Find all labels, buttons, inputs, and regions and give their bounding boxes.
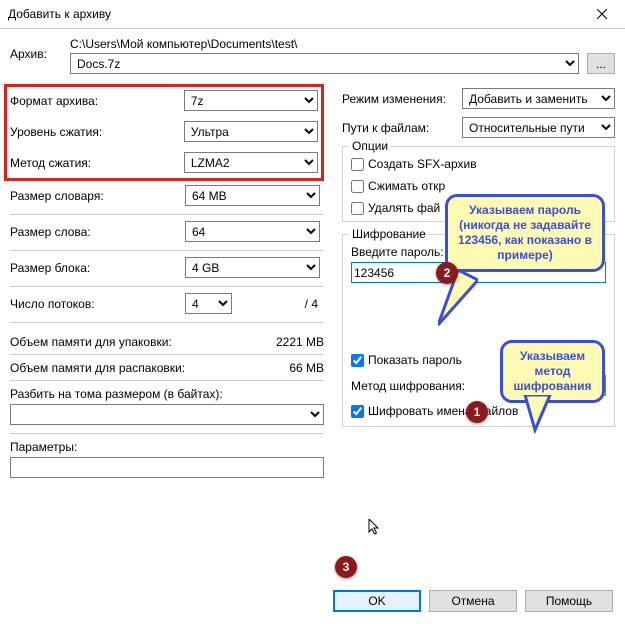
update-mode-label: Режим изменения:	[342, 92, 462, 106]
word-label: Размер слова:	[10, 225, 185, 239]
params-input[interactable]	[10, 457, 324, 478]
level-label: Уровень сжатия:	[10, 125, 184, 139]
cursor-icon	[368, 519, 382, 537]
mem-pack-label: Объем памяти для упаковки:	[10, 335, 172, 349]
threads-select[interactable]: 4	[185, 293, 232, 314]
encrypt-names-checkbox[interactable]	[351, 405, 364, 418]
method-select[interactable]: LZMA2	[184, 152, 318, 173]
word-select[interactable]: 64	[185, 221, 320, 242]
highlight-box: Формат архива: 7z Уровень сжатия: Ультра…	[4, 84, 324, 181]
path-mode-select[interactable]: Относительные пути	[462, 117, 615, 138]
encrypt-names-label: Шифровать имена файлов	[368, 404, 518, 418]
archive-path: C:\Users\Мой компьютер\Documents\test\	[70, 37, 615, 51]
sfx-checkbox[interactable]	[351, 158, 364, 171]
marker-1: 1	[466, 401, 488, 423]
split-select[interactable]	[10, 404, 324, 425]
block-label: Размер блока:	[10, 261, 185, 275]
marker-3: 3	[335, 556, 357, 578]
callout-method: Указываем метод шифрования	[500, 340, 605, 403]
titlebar: Добавить к архиву	[0, 0, 625, 29]
split-label: Разбить на тома размером (в байтах):	[10, 387, 324, 401]
compress-shared-checkbox[interactable]	[351, 180, 364, 193]
close-icon[interactable]	[585, 4, 619, 24]
compress-shared-label: Сжимать откр	[368, 179, 445, 193]
method-label: Метод сжатия:	[10, 156, 184, 170]
threads-max: / 4	[305, 297, 324, 311]
encryption-title: Шифрование	[349, 227, 429, 241]
help-button[interactable]: Помощь	[525, 590, 613, 612]
enc-method-label: Метод шифрования:	[351, 379, 510, 393]
browse-button[interactable]: ...	[587, 53, 615, 74]
format-label: Формат архива:	[10, 94, 184, 108]
ok-button[interactable]: OK	[333, 590, 421, 612]
mem-unpack-label: Объем памяти для распаковки:	[10, 361, 185, 375]
delete-after-label: Удалять фай	[368, 201, 440, 215]
archive-filename-select[interactable]: Docs.7z	[70, 53, 579, 74]
threads-label: Число потоков:	[10, 297, 185, 311]
callout-password: Указываем пароль (никогда не задавайте 1…	[445, 194, 605, 272]
params-label: Параметры:	[10, 440, 324, 454]
button-row: OK Отмена Помощь	[333, 590, 613, 612]
sfx-label: Создать SFX-архив	[368, 157, 477, 171]
archive-label: Архив:	[10, 37, 70, 61]
mem-pack-value: 2221 MB	[276, 335, 324, 349]
delete-after-checkbox[interactable]	[351, 202, 364, 215]
window-title: Добавить к архиву	[8, 7, 111, 21]
mem-unpack-value: 66 MB	[289, 361, 324, 375]
show-password-label: Показать пароль	[368, 353, 462, 367]
update-mode-select[interactable]: Добавить и заменить	[462, 88, 615, 109]
level-select[interactable]: Ультра	[184, 121, 318, 142]
dict-label: Размер словаря:	[10, 189, 185, 203]
cancel-button[interactable]: Отмена	[429, 590, 517, 612]
path-mode-label: Пути к файлам:	[342, 121, 462, 135]
block-select[interactable]: 4 GB	[185, 257, 320, 278]
dict-select[interactable]: 64 MB	[185, 185, 320, 206]
marker-2: 2	[436, 262, 458, 284]
options-title: Опции	[349, 139, 391, 153]
show-password-checkbox[interactable]	[351, 354, 364, 367]
format-select[interactable]: 7z	[184, 90, 318, 111]
